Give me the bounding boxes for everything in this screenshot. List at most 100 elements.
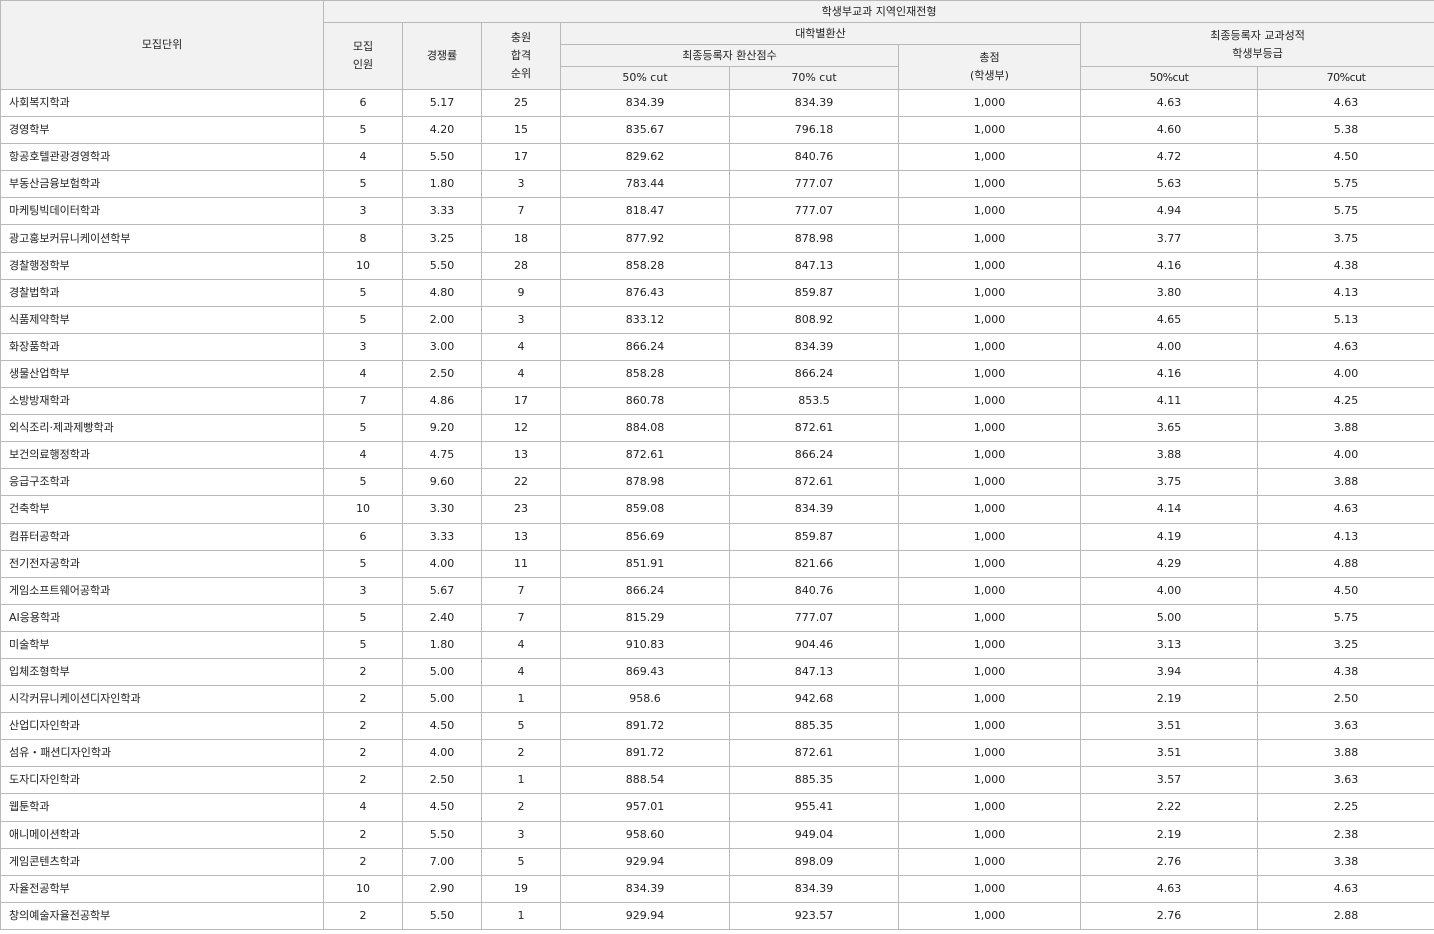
cell-total: 1,000 (898, 901, 1081, 930)
table-row: 마케팅빅데이터학과 3 3.33 7 818.47 777.07 1,000 4.94 5.75 (0, 197, 1434, 226)
cell-recruit: 2 (323, 657, 403, 687)
cell-conv-70: 872.61 (729, 468, 899, 497)
header-total-line1: 총점 (979, 51, 1000, 64)
cell-recruit: 2 (323, 712, 403, 741)
cell-total: 1,000 (898, 251, 1081, 280)
cell-fill-rank: 3 (481, 170, 561, 199)
cell-total: 1,000 (898, 143, 1081, 172)
cell-conv-70: 847.13 (729, 251, 899, 280)
cell-grade-50: 2.22 (1080, 793, 1258, 822)
cell-conv-70: 866.24 (729, 441, 899, 470)
cell-grade-70: 4.63 (1256, 874, 1434, 903)
cell-fill-rank: 1 (481, 766, 561, 795)
table-row: 자율전공학부 10 2.90 19 834.39 834.39 1,000 4.63 4.63 (0, 874, 1434, 903)
cell-grade-50: 4.63 (1080, 88, 1258, 118)
table-row: 항공호텔관광경영학과 4 5.50 17 829.62 840.76 1,000 4.72 4.… (0, 143, 1434, 172)
cell-conv-70: 777.07 (729, 197, 899, 226)
cell-grade-70: 3.88 (1256, 739, 1434, 768)
cell-conv-70: 866.24 (729, 359, 899, 389)
table-row: 산업디자인학과 2 4.50 5 891.72 885.35 1,000 3.51 3.63 (0, 712, 1434, 741)
cell-recruit: 2 (323, 901, 403, 930)
cell-department: 경찰법학과 (0, 278, 324, 307)
header-grade: 최종등록자 교과성적 학생부등급 (1079, 22, 1434, 67)
cell-grade-50: 2.76 (1080, 901, 1258, 930)
table-row: 건축학부 10 3.30 23 859.08 834.39 1,000 4.14 4.63 (0, 495, 1434, 524)
cell-fill-rank: 5 (481, 847, 561, 876)
cell-total: 1,000 (898, 847, 1081, 876)
cell-conv-50: 856.69 (560, 522, 730, 551)
cell-grade-70: 2.88 (1256, 901, 1434, 930)
cell-fill-rank: 2 (481, 739, 561, 768)
cell-conv-70: 834.39 (729, 88, 899, 118)
cell-department: 입체조형학부 (0, 657, 324, 687)
cell-ratio: 4.80 (402, 278, 482, 307)
cell-conv-50: 958.6 (560, 685, 730, 714)
cell-grade-70: 4.63 (1256, 495, 1434, 524)
cell-conv-70: 777.07 (729, 170, 899, 199)
cell-conv-50: 833.12 (560, 305, 730, 334)
cell-ratio: 9.60 (402, 468, 482, 497)
cell-recruit: 2 (323, 766, 403, 795)
table-row: 경찰행정학부 10 5.50 28 858.28 847.13 1,000 4.16 4.38 (0, 251, 1434, 280)
table-row: 소방방재학과 7 4.86 17 860.78 853.5 1,000 4.11 4.25 (0, 387, 1434, 416)
cell-total: 1,000 (898, 603, 1081, 632)
cell-department: 자율전공학부 (0, 874, 324, 903)
cell-conv-50: 858.28 (560, 359, 730, 389)
cell-grade-50: 4.00 (1080, 576, 1258, 605)
cell-recruit: 5 (323, 170, 403, 199)
cell-ratio: 2.50 (402, 359, 482, 389)
cell-department: 시각커뮤니케이션디자인학과 (0, 685, 324, 714)
header-grade-line2: 학생부등급 (1232, 46, 1283, 60)
table-row: 시각커뮤니케이션디자인학과 2 5.00 1 958.6 942.68 1,000 2.19 2… (0, 685, 1434, 714)
table-row: 외식조리·제과제빵학과 5 9.20 12 884.08 872.61 1,000 3.65 3… (0, 414, 1434, 443)
cell-total: 1,000 (898, 657, 1081, 687)
cell-ratio: 5.50 (402, 143, 482, 172)
cell-conv-50: 866.24 (560, 576, 730, 605)
cell-grade-50: 3.94 (1080, 657, 1258, 687)
cell-grade-50: 3.13 (1080, 630, 1258, 659)
table-row: 도자디자인학과 2 2.50 1 888.54 885.35 1,000 3.57 3.63 (0, 766, 1434, 795)
cell-grade-50: 4.11 (1080, 387, 1258, 416)
cell-recruit: 7 (323, 387, 403, 416)
header-total: 총점 (학생부) (898, 44, 1081, 90)
cell-ratio: 5.50 (402, 820, 482, 849)
cell-ratio: 5.17 (402, 88, 482, 118)
cell-total: 1,000 (898, 549, 1081, 578)
table-row: 컴퓨터공학과 6 3.33 13 856.69 859.87 1,000 4.19 4.13 (0, 522, 1434, 551)
cell-recruit: 5 (323, 116, 403, 145)
cell-recruit: 6 (323, 88, 403, 118)
cell-department: 항공호텔관광경영학과 (0, 143, 324, 172)
cell-department: 미술학부 (0, 630, 324, 659)
cell-fill-rank: 25 (481, 88, 561, 118)
table-header: 모집단위 학생부교과 지역인재전형 모집 인원 경쟁률 충원 합격 순위 대학별환산 … (0, 0, 1434, 90)
table-row: 식품제약학부 5 2.00 3 833.12 808.92 1,000 4.65 5.13 (0, 305, 1434, 334)
cell-ratio: 2.40 (402, 603, 482, 632)
header-recruit-line2: 인원 (352, 58, 374, 71)
cell-department: 응급구조학과 (0, 468, 324, 497)
cell-conv-50: 876.43 (560, 278, 730, 307)
cell-total: 1,000 (898, 224, 1081, 253)
cell-grade-50: 5.63 (1080, 170, 1258, 199)
cell-ratio: 5.67 (402, 576, 482, 605)
admission-results-table: 모집단위 학생부교과 지역인재전형 모집 인원 경쟁률 충원 합격 순위 대학별환산 … (0, 0, 1434, 930)
header-grade-50: 50%cut (1080, 66, 1258, 90)
header-total-line2: (학생부) (970, 69, 1009, 82)
cell-total: 1,000 (898, 685, 1081, 714)
cell-recruit: 2 (323, 820, 403, 849)
header-fill-line3: 순위 (510, 67, 532, 80)
cell-fill-rank: 4 (481, 332, 561, 361)
cell-grade-70: 4.50 (1256, 143, 1434, 172)
cell-department: 광고홍보커뮤니케이션학부 (0, 224, 324, 253)
cell-conv-50: 866.24 (560, 332, 730, 361)
cell-department: 건축학부 (0, 495, 324, 524)
cell-fill-rank: 19 (481, 874, 561, 903)
cell-conv-70: 878.98 (729, 224, 899, 253)
cell-ratio: 3.33 (402, 197, 482, 226)
table-row: 애니메이션학과 2 5.50 3 958.60 949.04 1,000 2.19 2.38 (0, 820, 1434, 849)
cell-ratio: 3.25 (402, 224, 482, 253)
cell-grade-70: 5.75 (1256, 603, 1434, 632)
cell-grade-50: 5.00 (1080, 603, 1258, 632)
cell-conv-70: 859.87 (729, 522, 899, 551)
cell-fill-rank: 7 (481, 576, 561, 605)
table-row: 입체조형학부 2 5.00 4 869.43 847.13 1,000 3.94 4.38 (0, 657, 1434, 687)
